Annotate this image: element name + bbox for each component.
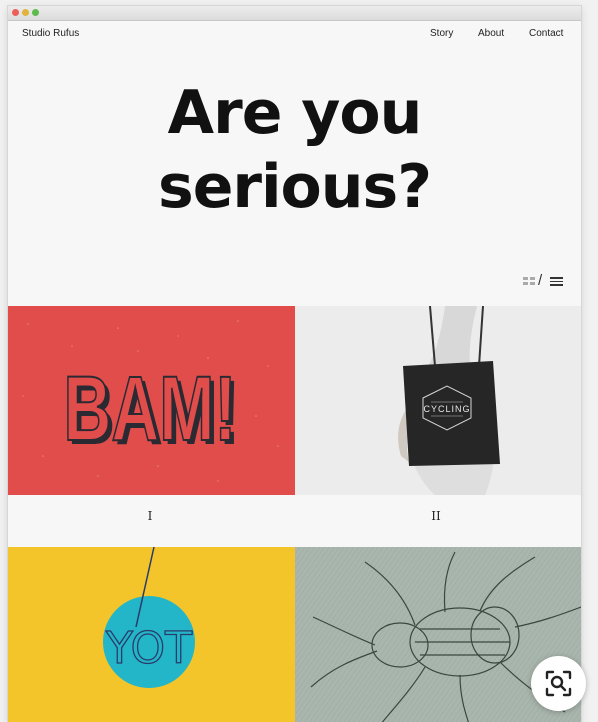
project-tile-yot[interactable]: YOT (8, 547, 295, 722)
close-window-button[interactable] (12, 9, 19, 16)
project-numeral-2: II (431, 509, 441, 523)
hero-line-1: Are you (167, 78, 423, 148)
brand-logo-text[interactable]: Studio Rufus (22, 28, 79, 39)
nav-link-contact[interactable]: Contact (529, 28, 563, 39)
tote-bag-photo: CYCLING (295, 306, 581, 495)
nav-link-about[interactable]: About (478, 28, 504, 39)
project-tile-bam[interactable]: BAM! BAM! (8, 306, 295, 495)
project-tile-tote-bag[interactable]: CYCLING (295, 306, 581, 495)
window-titlebar (8, 6, 581, 21)
zoom-window-button[interactable] (32, 9, 39, 16)
visual-search-button[interactable] (531, 656, 586, 711)
hero-heading: Are you serious? (8, 76, 581, 224)
browser-window: Studio Rufus Story About Contact Are you… (8, 6, 581, 722)
top-navigation: Studio Rufus Story About Contact (8, 28, 581, 44)
view-toggle-separator: / (538, 272, 543, 289)
project-numeral-1: I (147, 509, 153, 523)
bam-artwork-text: BAM! (64, 356, 237, 459)
list-view-icon[interactable] (550, 277, 563, 286)
bam-artwork: BAM! BAM! (22, 320, 279, 482)
visual-search-icon (545, 670, 572, 697)
yot-artwork-text: YOT (105, 623, 192, 674)
tote-bag-text: CYCLING (423, 404, 470, 414)
hero-line-2: serious? (157, 152, 432, 222)
nav-link-story[interactable]: Story (430, 28, 453, 39)
grid-view-icon[interactable] (523, 277, 535, 285)
yot-artwork: YOT (103, 547, 195, 688)
view-toggle: / (523, 272, 567, 289)
minimize-window-button[interactable] (22, 9, 29, 16)
